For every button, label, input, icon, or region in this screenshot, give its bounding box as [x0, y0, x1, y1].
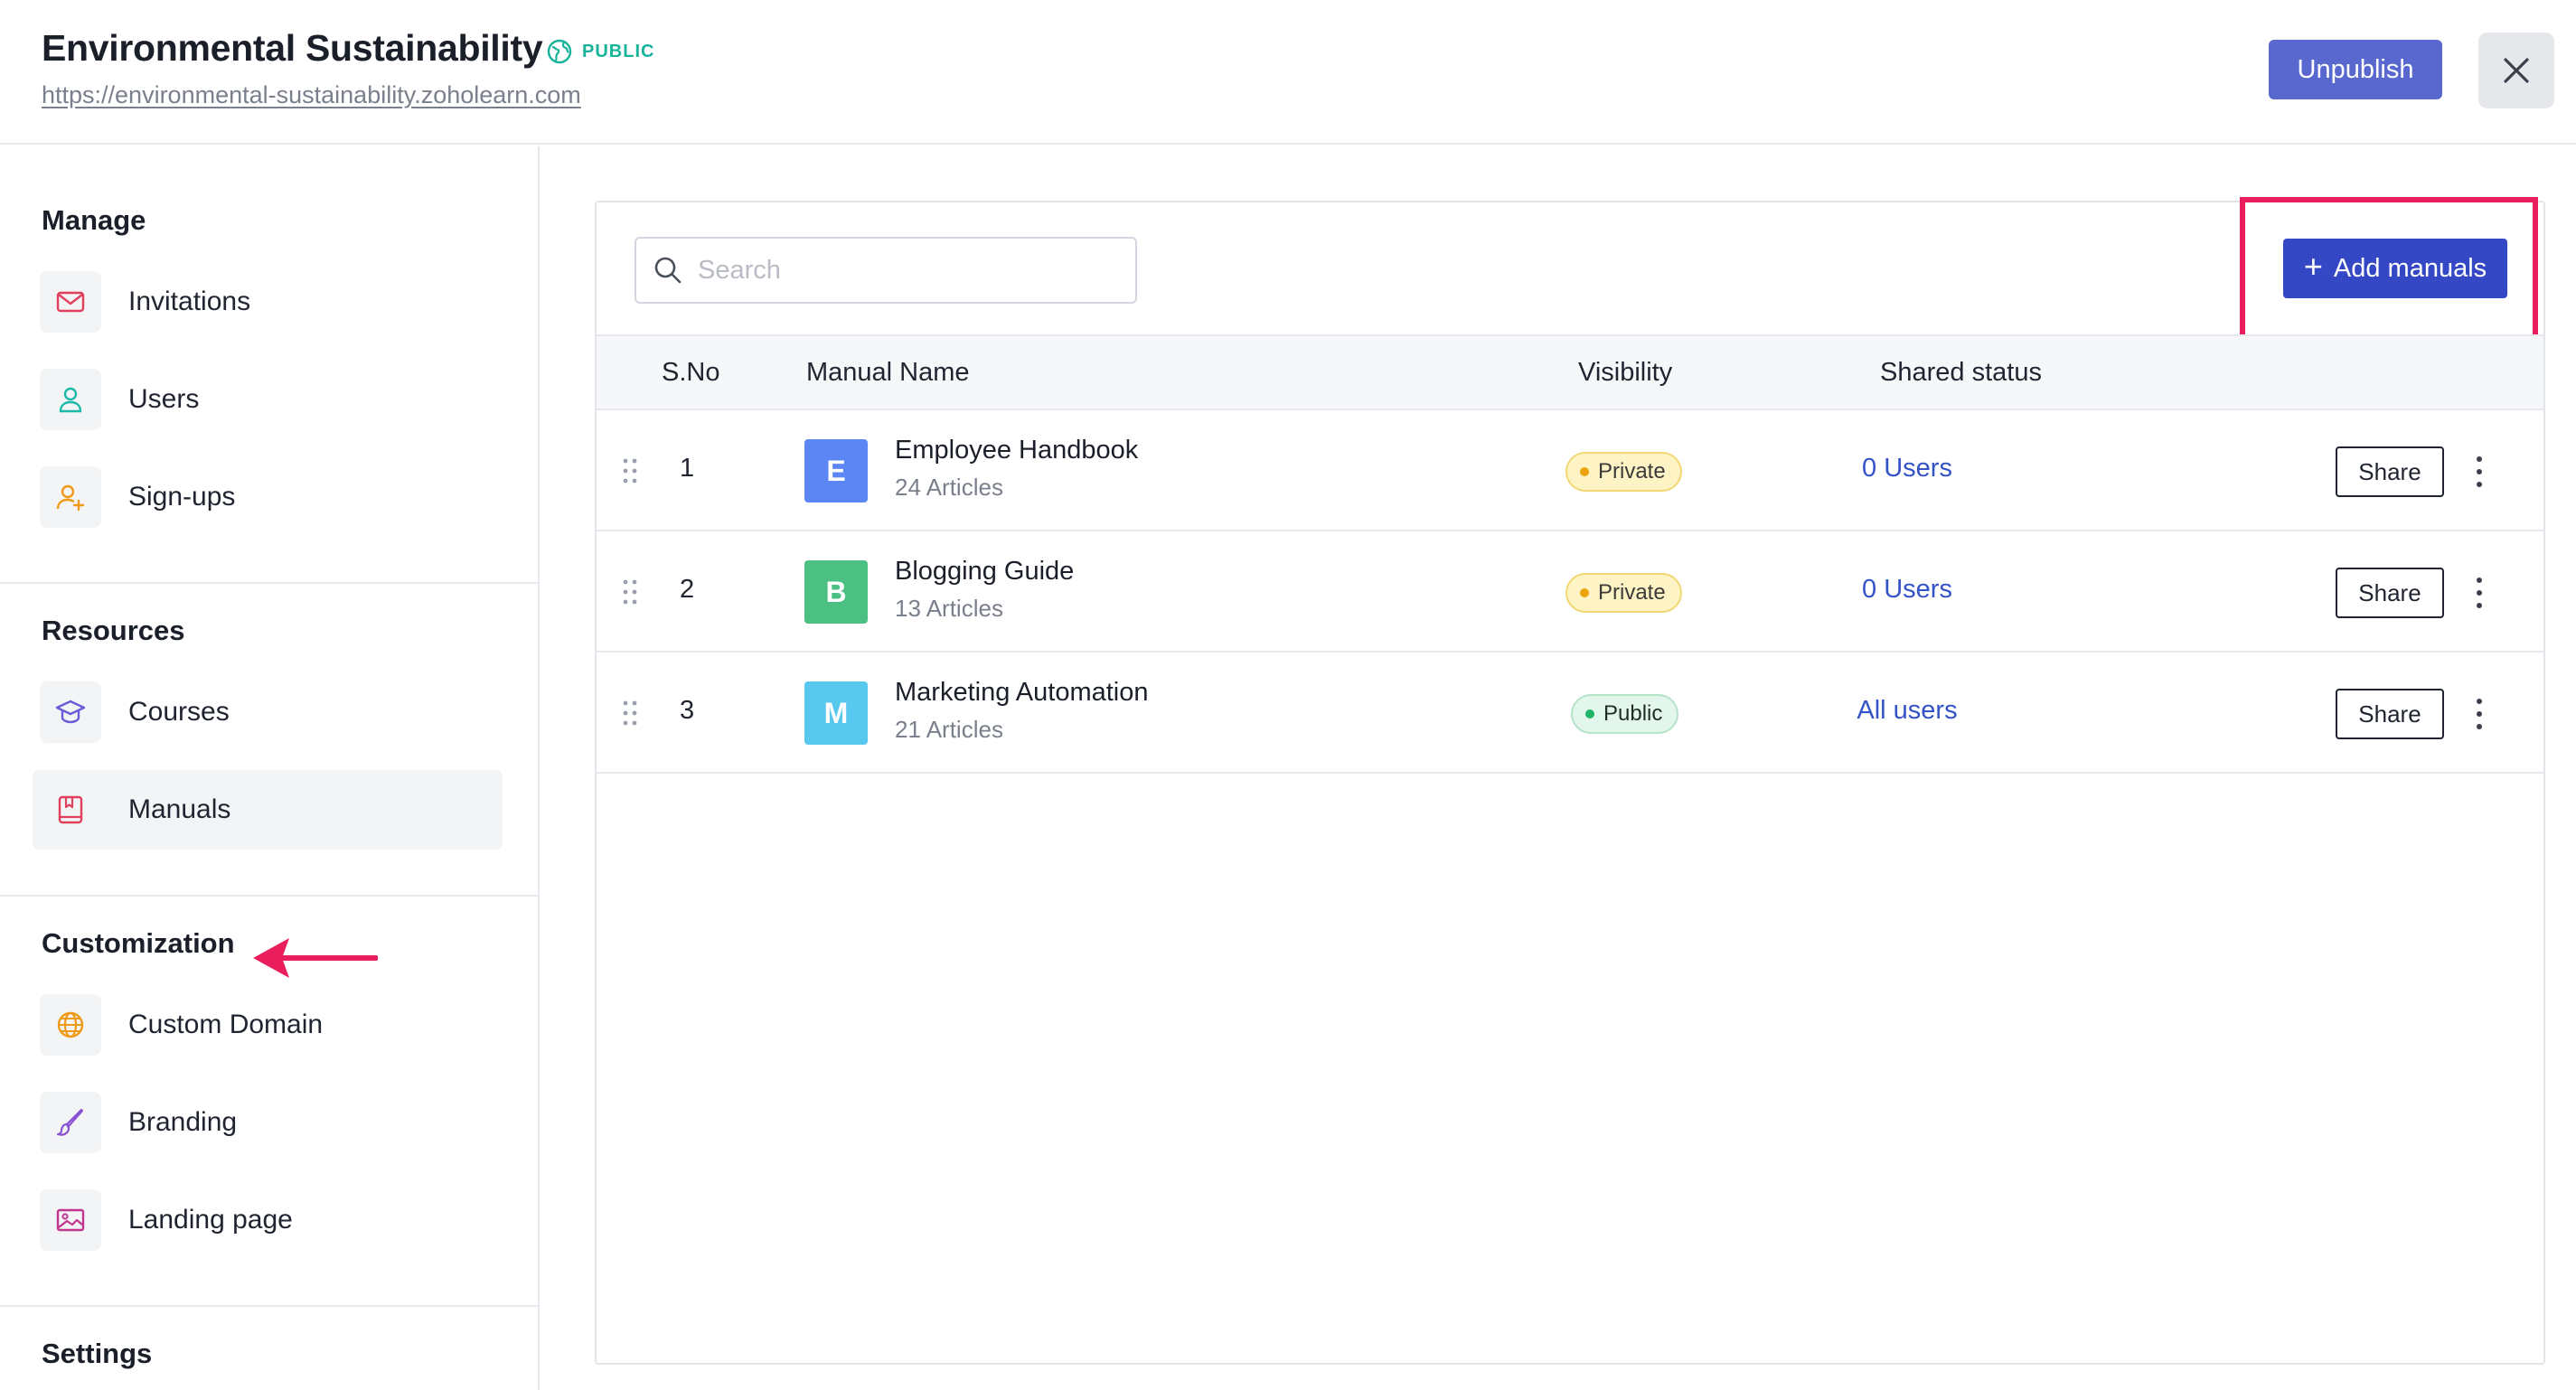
section-title-manage: Manage: [42, 204, 146, 236]
status-dot-icon: [1580, 467, 1589, 476]
table-row[interactable]: 3 M Marketing Automation 21 Articles Pub…: [597, 653, 2543, 774]
user-icon: [59, 387, 82, 413]
column-header-sno: S.No: [662, 358, 720, 387]
sidebar-divider: [0, 895, 538, 897]
manual-article-count: 13 Articles: [895, 595, 1003, 622]
sidebar-divider: [0, 1305, 538, 1307]
site-url-link[interactable]: https://environmental-sustainability.zoh…: [42, 81, 581, 109]
search-box[interactable]: [635, 237, 1137, 304]
page-title: Environmental Sustainability: [42, 27, 543, 69]
more-options-icon[interactable]: [2473, 575, 2486, 611]
manuals-panel: + Add manuals S.No Manual Name Visibilit…: [595, 197, 2545, 1365]
unpublish-button[interactable]: Unpublish: [2269, 40, 2442, 99]
public-status-label: PUBLIC: [582, 41, 655, 61]
sidebar-item-branding[interactable]: Branding: [33, 1083, 503, 1162]
shared-status-link[interactable]: All users: [1790, 696, 2025, 726]
sidebar-item-label: Courses: [128, 697, 230, 727]
manual-name[interactable]: Marketing Automation: [895, 678, 1148, 708]
sidebar-item-label: Custom Domain: [128, 1010, 324, 1039]
visibility-badge: Private: [1565, 452, 1682, 492]
plus-icon: +: [2303, 248, 2323, 285]
share-button[interactable]: Share: [2336, 568, 2444, 618]
sidebar-item-manuals[interactable]: Manuals: [33, 770, 503, 850]
book-icon: [58, 795, 83, 824]
pointer-arrow-icon: [253, 938, 378, 978]
visibility-label: Public: [1603, 701, 1663, 726]
sidebar-item-label: Landing page: [128, 1205, 293, 1235]
public-status-badge: PUBLIC: [546, 38, 654, 65]
brush-icon: [56, 1108, 84, 1136]
manual-article-count: 21 Articles: [895, 716, 1003, 743]
column-header-shared-status: Shared status: [1880, 358, 2042, 387]
add-manuals-button[interactable]: + Add manuals: [2283, 239, 2507, 298]
sidebar-item-courses[interactable]: Courses: [33, 672, 503, 752]
drag-handle-icon[interactable]: [622, 700, 638, 727]
sidebar-item-users[interactable]: Users: [33, 360, 503, 439]
add-manuals-label: Add manuals: [2333, 253, 2487, 283]
manual-name[interactable]: Employee Handbook: [895, 436, 1138, 465]
table-row[interactable]: 1 E Employee Handbook 24 Articles Privat…: [597, 410, 2543, 531]
column-header-visibility: Visibility: [1578, 358, 1673, 387]
manual-article-count: 24 Articles: [895, 474, 1003, 501]
sidebar-divider: [0, 582, 538, 584]
sidebar-item-label: Sign-ups: [128, 482, 236, 512]
sidebar-item-label: Users: [128, 384, 200, 414]
sidebar-item-landing-page[interactable]: Landing page: [33, 1180, 503, 1260]
visibility-label: Private: [1598, 580, 1666, 605]
search-input[interactable]: [698, 255, 1123, 286]
visibility-label: Private: [1598, 459, 1666, 484]
drag-handle-icon[interactable]: [622, 578, 638, 606]
sidebar-item-label: Invitations: [128, 286, 251, 316]
status-dot-icon: [1585, 709, 1594, 718]
user-plus-icon: [56, 484, 85, 512]
sidebar: Manage Invitations Users Sign-ups Resour…: [0, 146, 540, 1390]
shared-status-link[interactable]: 0 Users: [1790, 454, 2025, 484]
close-icon: [2504, 58, 2529, 83]
manual-avatar: B: [804, 560, 868, 624]
manual-avatar: M: [804, 681, 868, 745]
visibility-badge: Private: [1565, 573, 1682, 613]
section-title-resources: Resources: [42, 615, 185, 646]
shared-status-link[interactable]: 0 Users: [1790, 575, 2025, 605]
row-number: 3: [680, 696, 695, 725]
sidebar-item-invitations[interactable]: Invitations: [33, 262, 503, 342]
manual-avatar: E: [804, 439, 868, 502]
status-dot-icon: [1580, 588, 1589, 597]
more-options-icon[interactable]: [2473, 696, 2486, 732]
mail-icon: [56, 291, 85, 313]
close-button[interactable]: [2478, 33, 2554, 108]
table-header: S.No Manual Name Visibility Shared statu…: [597, 334, 2543, 410]
manual-name[interactable]: Blogging Guide: [895, 557, 1074, 587]
search-icon: [654, 257, 682, 284]
visibility-badge: Public: [1571, 694, 1679, 734]
graduation-cap-icon: [55, 700, 86, 724]
row-number: 2: [680, 575, 695, 604]
section-title-customization: Customization: [42, 927, 235, 959]
more-options-icon[interactable]: [2473, 454, 2486, 490]
top-header: Environmental Sustainability PUBLIC http…: [0, 0, 2576, 145]
row-number: 1: [680, 454, 695, 483]
globe-icon: [57, 1011, 84, 1038]
share-button[interactable]: Share: [2336, 446, 2444, 497]
table-row[interactable]: 2 B Blogging Guide 13 Articles Private 0…: [597, 531, 2543, 653]
share-button[interactable]: Share: [2336, 689, 2444, 739]
column-header-manual-name: Manual Name: [806, 358, 970, 387]
sidebar-item-sign-ups[interactable]: Sign-ups: [33, 457, 503, 537]
sidebar-item-label: Manuals: [128, 794, 231, 824]
section-title-settings: Settings: [42, 1338, 153, 1369]
drag-handle-icon[interactable]: [622, 457, 638, 484]
image-icon: [56, 1208, 85, 1232]
sidebar-item-custom-domain[interactable]: Custom Domain: [33, 985, 503, 1065]
sidebar-item-label: Branding: [128, 1107, 238, 1137]
globe-icon: [547, 39, 572, 64]
